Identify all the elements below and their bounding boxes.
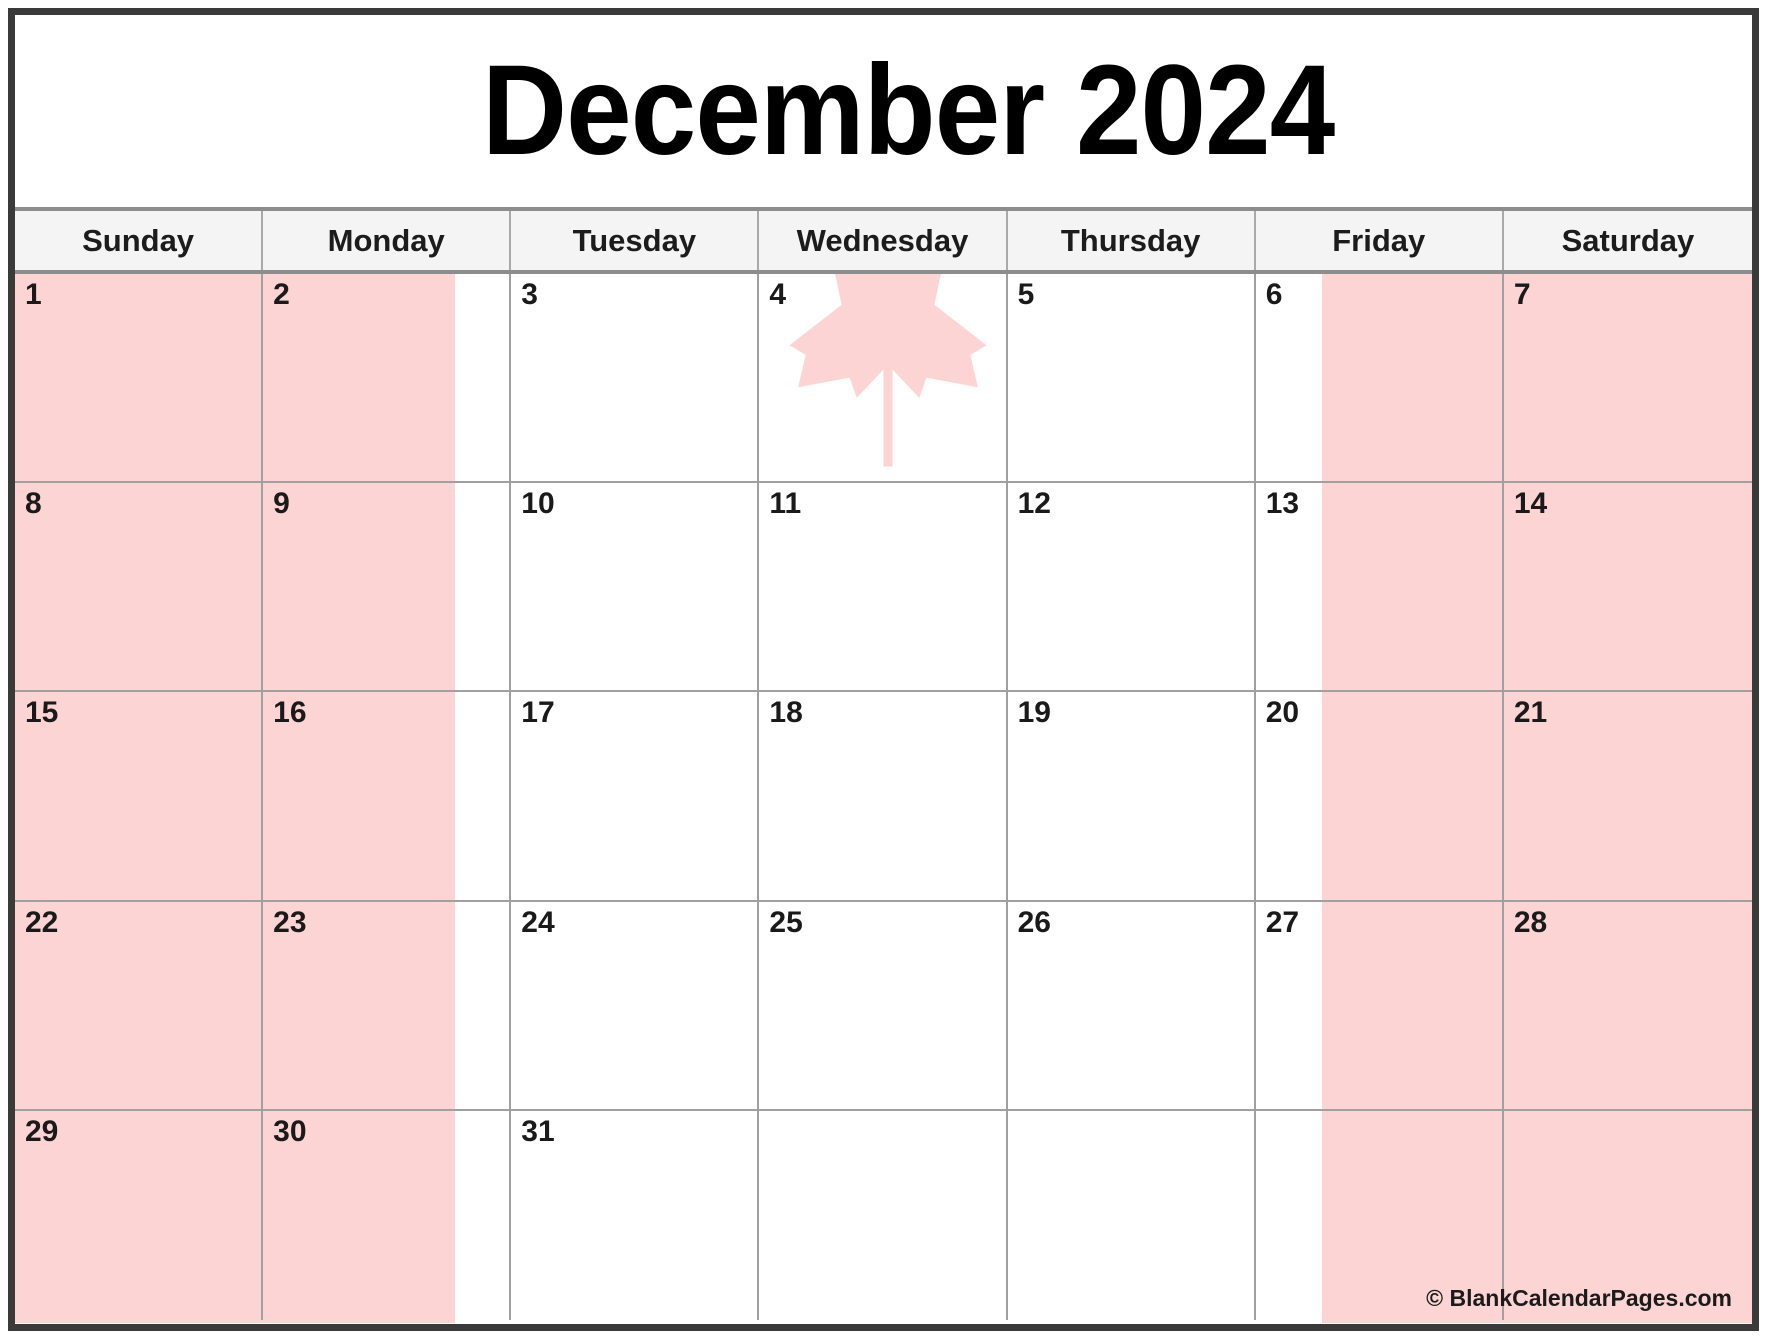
day-cell[interactable]: 6	[1255, 274, 1504, 484]
day-number: 18	[769, 696, 803, 730]
weekday-header-tuesday: Tuesday	[511, 211, 760, 270]
weekday-header-friday: Friday	[1255, 211, 1504, 270]
day-cell[interactable]: 30	[263, 1110, 512, 1320]
day-number: 16	[273, 696, 307, 730]
weekday-header-row: Sunday Monday Tuesday Wednesday Thursday…	[15, 211, 1752, 274]
day-number: 4	[769, 278, 787, 311]
calendar-page: December 2024 Sunday Monday Tuesday Wedn…	[0, 0, 1767, 1339]
day-cell[interactable]: 2	[263, 274, 512, 484]
day-number: 2	[273, 278, 290, 311]
day-number: 11	[769, 487, 802, 521]
day-cell[interactable]: 5	[1007, 274, 1256, 484]
day-number: 1	[25, 278, 42, 311]
weekday-header-thursday: Thursday	[1007, 211, 1256, 270]
day-number: 12	[1017, 487, 1051, 521]
day-number: 27	[1265, 905, 1300, 939]
day-number: 6	[1265, 278, 1283, 311]
day-cell[interactable]: 26	[1007, 901, 1256, 1111]
day-number: 14	[1513, 487, 1548, 521]
day-cell[interactable]: 25	[759, 901, 1008, 1111]
day-cell[interactable]: 7	[1503, 274, 1752, 484]
day-cell[interactable]: 27	[1255, 901, 1504, 1111]
day-number: 9	[273, 487, 290, 521]
day-number: 19	[1017, 696, 1051, 730]
day-cell[interactable]: 4	[759, 274, 1008, 484]
day-cell[interactable]: 16	[263, 692, 512, 902]
day-number: 22	[25, 905, 59, 939]
calendar-frame: December 2024 Sunday Monday Tuesday Wedn…	[8, 8, 1759, 1331]
weekday-header-saturday: Saturday	[1503, 211, 1752, 270]
day-cell[interactable]: 3	[511, 274, 760, 484]
day-cell[interactable]: 15	[15, 692, 264, 902]
day-cell[interactable]: 21	[1503, 692, 1752, 902]
page-title: December 2024	[482, 39, 1335, 182]
weekday-header-wednesday: Wednesday	[759, 211, 1008, 270]
day-cell[interactable]: 13	[1255, 483, 1504, 693]
day-cell[interactable]: 23	[263, 901, 512, 1111]
calendar-title-band: December 2024	[15, 15, 1752, 211]
day-cell[interactable]: 11	[759, 483, 1008, 693]
day-number: 30	[273, 1114, 307, 1148]
day-cell[interactable]: 14	[1503, 483, 1752, 693]
day-cell[interactable]: 19	[1007, 692, 1256, 902]
day-number: 10	[521, 487, 555, 521]
day-cell[interactable]: 31	[511, 1110, 760, 1320]
day-cell[interactable]: 17	[511, 692, 760, 902]
day-number: 15	[25, 696, 59, 730]
day-number: 31	[521, 1114, 555, 1148]
day-number: 5	[1017, 278, 1035, 311]
day-cell[interactable]: 10	[511, 483, 760, 693]
day-number: 20	[1265, 696, 1300, 730]
day-number: 26	[1017, 905, 1051, 939]
day-cell[interactable]: 22	[15, 901, 264, 1111]
day-number: 17	[521, 696, 555, 730]
day-number: 21	[1513, 696, 1548, 730]
day-number: 7	[1513, 278, 1531, 311]
day-number: 13	[1265, 487, 1300, 521]
day-cell[interactable]	[1008, 1110, 1256, 1320]
day-cell[interactable]: 12	[1007, 483, 1256, 693]
day-number: 8	[25, 487, 42, 521]
day-grid: 1 2 3 4 5 6 7 8 9 10 11 12 13 14 15 16 1…	[15, 274, 1752, 1320]
day-cell[interactable]: 18	[759, 692, 1008, 902]
weekday-header-monday: Monday	[263, 211, 512, 270]
site-credit: © BlankCalendarPages.com	[1426, 1285, 1732, 1311]
day-number: 3	[521, 278, 538, 311]
day-number: 25	[769, 905, 803, 939]
day-number: 28	[1513, 905, 1548, 939]
day-cell[interactable]: 1	[15, 274, 264, 484]
day-cell[interactable]	[759, 1110, 1008, 1320]
day-cell[interactable]: 28	[1503, 902, 1752, 1111]
day-cell[interactable]: 24	[511, 901, 760, 1111]
day-cell[interactable]: 29	[15, 1110, 264, 1320]
weekday-header-sunday: Sunday	[15, 211, 264, 270]
day-number: 23	[273, 905, 307, 939]
day-number: 29	[25, 1114, 59, 1148]
day-cell[interactable]: 9	[263, 483, 512, 693]
day-cell[interactable]: 8	[15, 483, 264, 693]
day-number: 24	[521, 905, 555, 939]
day-cell[interactable]: 20	[1255, 692, 1504, 902]
